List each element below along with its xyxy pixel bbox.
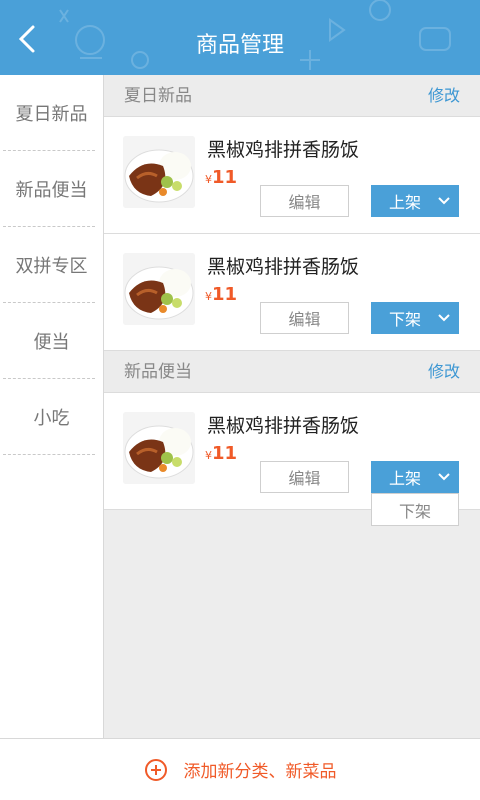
status-select[interactable]: 上架: [371, 185, 459, 217]
product-image: [123, 412, 195, 484]
product-price: ¥11: [205, 167, 237, 188]
sidebar-item-new-bento[interactable]: 新品便当: [0, 151, 103, 227]
product-name: 黑椒鸡排拼香肠饭: [207, 139, 360, 161]
product-list: 夏日新品 修改 黑椒鸡排拼香肠饭 ¥11 编辑 上架 黑椒鸡排拼香肠饭 ¥11 …: [104, 75, 480, 738]
product-price: ¥11: [205, 443, 237, 464]
edit-button[interactable]: 编辑: [260, 185, 349, 217]
category-sidebar: 夏日新品 新品便当 双拼专区 便当 小吃: [0, 75, 104, 738]
category-edit-link[interactable]: 修改: [428, 351, 460, 393]
app-header: 商品管理: [0, 0, 480, 75]
product-name: 黑椒鸡排拼香肠饭: [207, 256, 360, 278]
product-image: [123, 136, 195, 208]
status-dropdown-option[interactable]: 下架: [371, 493, 459, 526]
plus-circle-icon: [144, 758, 167, 781]
page-title: 商品管理: [195, 33, 284, 58]
add-category-button[interactable]: 添加新分类、新菜品: [0, 738, 480, 800]
category-title: 夏日新品: [124, 86, 192, 106]
category-edit-link[interactable]: 修改: [428, 75, 460, 117]
chevron-down-icon: [438, 473, 450, 481]
sidebar-item-bento[interactable]: 便当: [0, 303, 103, 379]
price-value: 11: [212, 284, 238, 305]
currency-symbol: ¥: [205, 449, 212, 462]
status-label: 上架: [389, 469, 422, 488]
sidebar-item-snacks[interactable]: 小吃: [0, 379, 103, 455]
category-header: 夏日新品 修改: [104, 75, 480, 117]
chevron-down-icon: [438, 314, 450, 322]
price-value: 11: [212, 443, 238, 464]
product-name: 黑椒鸡排拼香肠饭: [207, 415, 360, 437]
currency-symbol: ¥: [205, 290, 212, 303]
chevron-down-icon: [438, 197, 450, 205]
product-item: 黑椒鸡排拼香肠饭 ¥11 编辑 上架: [104, 117, 480, 234]
product-image: [123, 253, 195, 325]
product-item: 黑椒鸡排拼香肠饭 ¥11 编辑 下架: [104, 234, 480, 351]
product-item: 黑椒鸡排拼香肠饭 ¥11 编辑 上架 下架: [104, 393, 480, 526]
add-category-label: 添加新分类、新菜品: [183, 762, 337, 782]
status-label: 上架: [389, 193, 422, 212]
sidebar-item-double-combo[interactable]: 双拼专区: [0, 227, 103, 303]
status-select[interactable]: 上架: [371, 461, 459, 493]
category-title: 新品便当: [124, 362, 192, 382]
price-value: 11: [212, 167, 238, 188]
edit-button[interactable]: 编辑: [260, 461, 349, 493]
edit-button[interactable]: 编辑: [260, 302, 349, 334]
sidebar-item-summer-new[interactable]: 夏日新品: [0, 75, 103, 151]
currency-symbol: ¥: [205, 173, 212, 186]
status-select[interactable]: 下架: [371, 302, 459, 334]
category-header: 新品便当 修改: [104, 351, 480, 393]
product-price: ¥11: [205, 284, 237, 305]
status-label: 下架: [389, 310, 422, 329]
